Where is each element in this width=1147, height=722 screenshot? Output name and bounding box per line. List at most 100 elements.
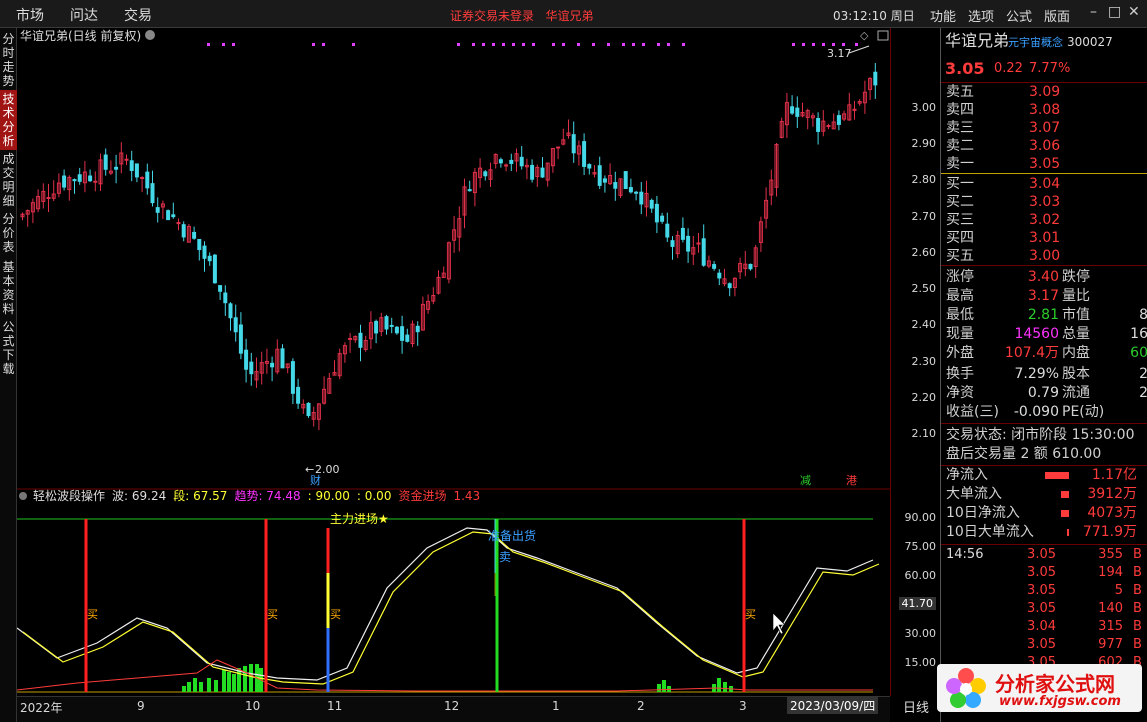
chevron-down-icon[interactable]: [145, 30, 155, 40]
candle-body: [306, 402, 311, 417]
buy-label-3: 买: [330, 608, 341, 621]
volume-bar: [717, 678, 721, 692]
ask-label: 卖五: [946, 84, 974, 100]
flow-row-1: 大单流入 3912万: [941, 485, 1147, 504]
menu-trade[interactable]: 交易: [124, 5, 152, 25]
candle-body: [670, 240, 675, 247]
close-icon[interactable]: ✕: [1128, 4, 1140, 20]
tab-detail[interactable]: 成交明细: [0, 150, 17, 210]
candle-body: [571, 134, 576, 154]
signal-dot: [792, 43, 795, 46]
signal-dot: [842, 43, 845, 46]
tab-intraday[interactable]: 分时走势: [0, 30, 17, 90]
tick-volume: 355: [1098, 547, 1123, 562]
mark-gang[interactable]: 港: [846, 474, 857, 487]
bid-row-4: 买五 3.00: [941, 247, 1147, 266]
mark-cai[interactable]: 财: [310, 473, 321, 487]
candle-body: [467, 189, 472, 192]
tick-price: 3.05: [1027, 601, 1056, 616]
stat-label-2: 跌停: [1062, 269, 1090, 285]
stat-label-2: PE(动): [1062, 404, 1105, 420]
signal-dot: [322, 43, 325, 46]
candle-body: [556, 146, 561, 149]
x-axis: 2022年 9 10 11 12 1 2 3 4 2023/03/09/四: [17, 696, 890, 722]
stat-label: 最低: [946, 307, 974, 323]
tick-row-2: 3.05 5 B: [941, 581, 1147, 600]
candle-body: [748, 263, 753, 270]
candle-body: [530, 164, 535, 180]
date-crosshair-box: 2023/03/09/四: [787, 697, 879, 714]
stat-value: 7.29%: [1014, 366, 1059, 382]
candle-body: [483, 171, 488, 177]
signal-dot: [512, 43, 515, 46]
mark-jian[interactable]: 减: [800, 474, 811, 487]
minimize-icon[interactable]: –: [1090, 4, 1097, 20]
tab-fundamentals[interactable]: 基本资料: [0, 258, 17, 318]
signal-dot: [682, 43, 685, 46]
signal-dot: [812, 43, 815, 46]
candle-body: [207, 255, 212, 262]
signal-dot: [832, 43, 835, 46]
stat2-row-2: 收益(三) -0.090 PE(动): [941, 403, 1147, 422]
clock: 03:12:10 周日: [833, 9, 915, 23]
indicator-chevron-icon[interactable]: [19, 492, 27, 500]
tab-formula-download[interactable]: 公式下载: [0, 318, 17, 378]
volume-bar: [187, 682, 191, 692]
price-tick-5: 2.50: [911, 282, 937, 296]
stat-value-2: 2: [1139, 366, 1147, 382]
menu-formula[interactable]: 公式: [1006, 6, 1032, 25]
stat2-row-0: 换手 7.29% 股本 2: [941, 365, 1147, 384]
watermark-title: 分析家公式网: [995, 672, 1115, 696]
volume-bar: [723, 682, 727, 692]
concept-tag[interactable]: 元宇宙概念: [1008, 33, 1063, 52]
watermark-logo: 分析家公式网 www.fxjgsw.com: [937, 664, 1142, 712]
candle-body: [384, 316, 389, 330]
candle-body: [202, 245, 207, 259]
window-toggle-icon[interactable]: [877, 30, 889, 41]
candle-body: [582, 141, 587, 167]
period-selector[interactable]: 日线: [903, 697, 929, 716]
quote-header: 华谊兄弟 元宇宙概念 300027: [941, 31, 1147, 55]
tick-price: 3.05: [1027, 547, 1056, 562]
indicator-value-6: 1.43: [453, 489, 480, 503]
price-tick-4: 2.60: [911, 245, 937, 259]
signal-dot: [622, 43, 625, 46]
menu-layout[interactable]: 版面: [1044, 6, 1070, 25]
ask-row-1: 卖四 3.08: [941, 101, 1147, 120]
tick-side: B: [1133, 619, 1142, 634]
menu-ask[interactable]: 问达: [70, 5, 98, 25]
signal-dot: [855, 43, 858, 46]
tick-volume: 5: [1114, 583, 1123, 598]
stat-value-2: 2: [1139, 385, 1147, 401]
candle-body: [712, 264, 717, 269]
bid-label: 买一: [946, 176, 974, 192]
bid-label: 买四: [946, 230, 974, 246]
ind-tick-0: 90.00: [904, 511, 937, 524]
menu-options[interactable]: 选项: [968, 6, 994, 25]
volume-bar: [662, 680, 666, 692]
tab-technical[interactable]: 技术分析: [0, 90, 17, 150]
tick-volume: 977: [1098, 637, 1123, 652]
candle-body: [150, 183, 155, 204]
bid-price: 3.03: [1029, 194, 1061, 210]
maximize-icon[interactable]: □: [1108, 4, 1121, 20]
volume-bar: [199, 682, 203, 692]
menu-market[interactable]: 市场: [16, 5, 44, 25]
tick-volume: 194: [1098, 565, 1123, 580]
candle-body: [415, 325, 420, 333]
volume-bar: [182, 686, 186, 692]
diamond-icon[interactable]: ◇: [860, 29, 869, 42]
menu-function[interactable]: 功能: [930, 6, 956, 25]
tab-price-table[interactable]: 分价表: [0, 210, 17, 256]
bid-row-0: 买一 3.04: [941, 175, 1147, 194]
kline-chart[interactable]: 华谊兄弟(日线 前复权) 3.17 ← 2.00 财 减 港 ◇ 轻松波段操作 …: [17, 28, 890, 696]
main-in-label: 主力进场★: [330, 512, 389, 526]
candle-body: [717, 272, 722, 279]
login-status[interactable]: 证券交易未登录 华谊兄弟: [450, 7, 593, 24]
volume-bar: [243, 666, 247, 692]
candle-body: [816, 117, 821, 132]
ask-row-0: 卖五 3.09: [941, 83, 1147, 102]
signal-dot: [632, 43, 635, 46]
stat-row-2: 最低 2.81 市值 8: [941, 306, 1147, 325]
candle-body: [597, 165, 602, 186]
